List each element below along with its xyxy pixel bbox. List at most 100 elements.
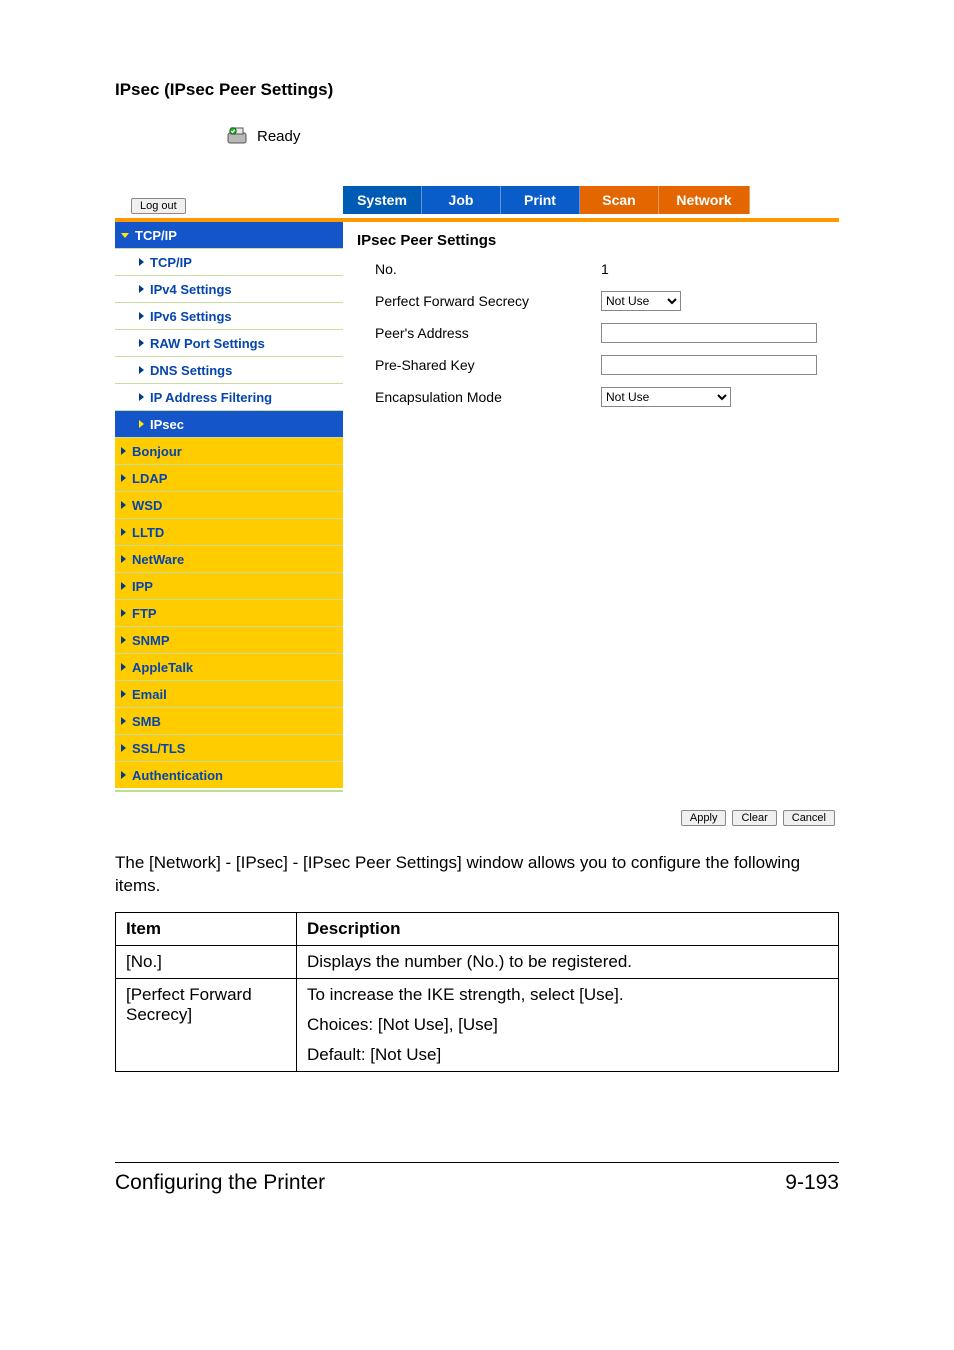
sidebar-item-label: RAW Port Settings: [150, 336, 265, 351]
chevron-right-icon: [121, 528, 126, 536]
chevron-right-icon: [121, 582, 126, 590]
sidebar-sub-ipv4[interactable]: IPv4 Settings: [115, 275, 343, 302]
sidebar-item-label: SMB: [132, 714, 161, 729]
sidebar-item-authentication[interactable]: Authentication: [115, 761, 343, 788]
page-footer: Configuring the Printer 9-193: [115, 1162, 839, 1195]
sidebar-sub-ipsec[interactable]: IPsec: [115, 410, 343, 437]
sidebar-item-label: IPP: [132, 579, 153, 594]
tab-system[interactable]: System: [343, 186, 422, 214]
sidebar-item-label: Authentication: [132, 768, 223, 783]
sidebar-sub-ipfilter[interactable]: IP Address Filtering: [115, 383, 343, 410]
tab-bar: System Job Print Scan Network: [343, 186, 750, 214]
table-row: [No.] Displays the number (No.) to be re…: [116, 945, 839, 978]
input-peer-address[interactable]: [601, 323, 817, 343]
chevron-right-icon: [139, 393, 144, 401]
sidebar-item-ldap[interactable]: LDAP: [115, 464, 343, 491]
button-bar: Apply Clear Cancel: [115, 810, 839, 826]
chevron-right-icon: [121, 555, 126, 563]
chevron-right-icon: [139, 258, 144, 266]
sidebar-sub-tcpip[interactable]: TCP/IP: [115, 248, 343, 275]
cancel-button[interactable]: Cancel: [783, 810, 835, 826]
chevron-right-icon: [139, 366, 144, 374]
table-cell-desc: Displays the number (No.) to be register…: [297, 945, 839, 978]
sidebar-item-label: Bonjour: [132, 444, 182, 459]
chevron-right-icon: [139, 285, 144, 293]
chevron-right-icon: [139, 312, 144, 320]
sidebar-item-label: FTP: [132, 606, 157, 621]
tab-network[interactable]: Network: [659, 186, 750, 214]
sidebar-item-label: IPv4 Settings: [150, 282, 232, 297]
select-encapsulation[interactable]: Not Use: [601, 387, 731, 407]
chevron-right-icon: [139, 420, 144, 428]
select-pfs[interactable]: Not Use: [601, 291, 681, 311]
tab-scan[interactable]: Scan: [580, 186, 659, 214]
sidebar-item-email[interactable]: Email: [115, 680, 343, 707]
chevron-right-icon: [121, 636, 126, 644]
apply-button[interactable]: Apply: [681, 810, 727, 826]
sidebar-item-label: LDAP: [132, 471, 167, 486]
tab-job[interactable]: Job: [422, 186, 501, 214]
chevron-down-icon: [121, 233, 129, 238]
chevron-right-icon: [121, 690, 126, 698]
chevron-right-icon: [121, 663, 126, 671]
sidebar-item-label: IP Address Filtering: [150, 390, 272, 405]
chevron-right-icon: [139, 339, 144, 347]
chevron-right-icon: [121, 717, 126, 725]
sidebar-item-label: WSD: [132, 498, 162, 513]
content-panel: IPsec Peer Settings No. 1 Perfect Forwar…: [343, 222, 839, 792]
table-header-description: Description: [297, 912, 839, 945]
table-cell-desc: To increase the IKE strength, select [Us…: [297, 978, 839, 1071]
table-cell-item: [No.]: [116, 945, 297, 978]
table-header-item: Item: [116, 912, 297, 945]
table-cell-item: [Perfect Forward Secrecy]: [116, 978, 297, 1071]
sidebar-item-appletalk[interactable]: AppleTalk: [115, 653, 343, 680]
sidebar-item-lltd[interactable]: LLTD: [115, 518, 343, 545]
chevron-right-icon: [121, 609, 126, 617]
sidebar-item-netware[interactable]: NetWare: [115, 545, 343, 572]
chevron-right-icon: [121, 744, 126, 752]
sidebar-sub-ipv6[interactable]: IPv6 Settings: [115, 302, 343, 329]
chevron-right-icon: [121, 501, 126, 509]
label-encapsulation: Encapsulation Mode: [357, 389, 601, 405]
sidebar-item-label: DNS Settings: [150, 363, 232, 378]
label-peer-address: Peer's Address: [357, 325, 601, 341]
sidebar-item-label: NetWare: [132, 552, 184, 567]
chevron-right-icon: [121, 771, 126, 779]
section-title: IPsec (IPsec Peer Settings): [115, 80, 839, 100]
label-no: No.: [357, 261, 601, 277]
label-psk: Pre-Shared Key: [357, 357, 601, 373]
footer-left: Configuring the Printer: [115, 1171, 325, 1195]
sidebar-item-label: IPv6 Settings: [150, 309, 232, 324]
value-no: 1: [601, 261, 609, 277]
sidebar-sub-dns[interactable]: DNS Settings: [115, 356, 343, 383]
desc-line: Choices: [Not Use], [Use]: [307, 1015, 828, 1035]
sidebar-item-label: LLTD: [132, 525, 164, 540]
sidebar-item-snmp[interactable]: SNMP: [115, 626, 343, 653]
sidebar-item-label: AppleTalk: [132, 660, 193, 675]
sidebar-group-tcpip[interactable]: TCP/IP: [115, 222, 343, 248]
input-psk[interactable]: [601, 355, 817, 375]
app-window: Ready Log out System Job Print Scan Netw…: [115, 118, 839, 826]
sidebar-item-label: IPsec: [150, 417, 184, 432]
sidebar-item-label: Email: [132, 687, 167, 702]
sidebar-item-label: SSL/TLS: [132, 741, 185, 756]
logout-button[interactable]: Log out: [131, 198, 186, 214]
panel-title: IPsec Peer Settings: [357, 232, 839, 249]
footer-right: 9-193: [785, 1171, 839, 1195]
table-row: [Perfect Forward Secrecy] To increase th…: [116, 978, 839, 1071]
sidebar: TCP/IP TCP/IP IPv4 Settings IPv6 Setting…: [115, 222, 343, 792]
sidebar-item-ssltls[interactable]: SSL/TLS: [115, 734, 343, 761]
tab-print[interactable]: Print: [501, 186, 580, 214]
sidebar-item-ipp[interactable]: IPP: [115, 572, 343, 599]
sidebar-item-ftp[interactable]: FTP: [115, 599, 343, 626]
clear-button[interactable]: Clear: [732, 810, 776, 826]
sidebar-group-label: TCP/IP: [135, 228, 177, 243]
printer-ready-icon: [225, 125, 249, 147]
sidebar-item-bonjour[interactable]: Bonjour: [115, 437, 343, 464]
status-bar: Ready: [115, 118, 839, 154]
sidebar-item-wsd[interactable]: WSD: [115, 491, 343, 518]
sidebar-item-label: TCP/IP: [150, 255, 192, 270]
sidebar-item-smb[interactable]: SMB: [115, 707, 343, 734]
sidebar-sub-rawport[interactable]: RAW Port Settings: [115, 329, 343, 356]
description-table: Item Description [No.] Displays the numb…: [115, 912, 839, 1072]
